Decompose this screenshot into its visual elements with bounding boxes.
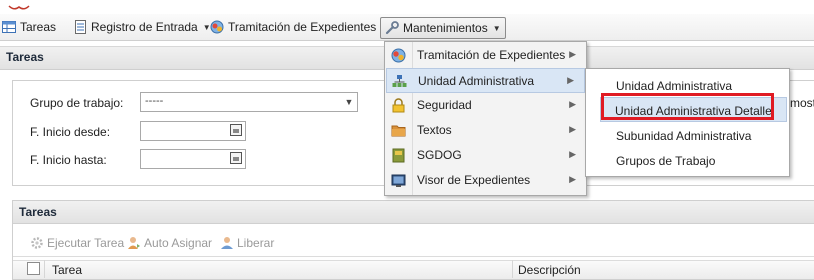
submenu-item-label: Subunidad Administrativa — [616, 129, 752, 143]
submenu-item-label: Unidad Administrativa — [616, 79, 733, 93]
grupo-trabajo-value: ----- — [145, 95, 164, 107]
submenu-item-label: Grupos de Trabajo — [616, 154, 716, 168]
chevron-right-icon: ▶ — [567, 75, 574, 85]
column-divider — [44, 260, 45, 278]
grid-column-header — [13, 260, 814, 279]
calendar-icon[interactable] — [230, 152, 242, 164]
submenu-item-grupos-trabajo[interactable]: Grupos de Trabajo — [586, 148, 789, 173]
menu-item-sgdog[interactable]: SGDOG ▶ — [385, 143, 586, 168]
book-icon — [391, 148, 406, 163]
column-divider — [512, 260, 513, 278]
user-icon — [220, 236, 234, 250]
gear-icon — [30, 236, 44, 250]
inicio-desde-field[interactable] — [140, 121, 246, 141]
menu-item-seguridad[interactable]: Seguridad ▶ — [385, 93, 586, 118]
select-all-checkbox[interactable] — [27, 262, 40, 275]
grid-title: Tareas — [19, 205, 57, 219]
inicio-hasta-field[interactable] — [140, 149, 246, 169]
app-header — [0, 0, 814, 14]
menu-mantenimientos[interactable]: Mantenimientos ▼ — [380, 17, 506, 39]
column-descripcion[interactable]: Descripción — [518, 263, 581, 277]
annotation-highlight-box — [601, 93, 774, 120]
logo-icon — [8, 0, 30, 10]
menu-registro-entrada-label: Registro de Entrada — [91, 20, 198, 34]
monitor-icon — [391, 173, 406, 188]
liberar-label: Liberar — [237, 236, 275, 250]
chevron-right-icon: ▶ — [569, 174, 576, 184]
submenu-item-subunidad-administrativa[interactable]: Subunidad Administrativa — [586, 123, 789, 148]
chevron-down-icon: ▼ — [492, 23, 501, 33]
menu-item-label: Visor de Expedientes — [417, 173, 531, 187]
user-arrow-icon — [127, 236, 141, 250]
grupo-trabajo-label: Grupo de trabajo: — [30, 96, 124, 110]
menu-tareas[interactable]: Tareas — [2, 17, 56, 37]
ejecutar-tarea-label: Ejecutar Tarea — [47, 236, 125, 250]
globe-users-icon — [210, 20, 224, 34]
unidad-administrativa-submenu: Unidad Administrativa Unidad Administrat… — [585, 68, 790, 177]
menu-item-label: Unidad Administrativa — [418, 74, 535, 88]
menu-item-label: Tramitación de Expedientes — [417, 48, 566, 62]
column-tarea[interactable]: Tarea — [52, 263, 82, 277]
mostrar-label-fragment: most — [790, 96, 814, 110]
inicio-hasta-label: F. Inicio hasta: — [30, 153, 107, 167]
document-icon — [73, 20, 87, 34]
lock-icon — [391, 98, 406, 113]
table-icon — [2, 20, 16, 34]
menu-item-label: Seguridad — [417, 98, 472, 112]
menu-item-label: SGDOG — [417, 148, 462, 162]
mantenimientos-dropdown: Tramitación de Expedientes ▶ Unidad Admi… — [384, 41, 587, 196]
menu-item-tramitacion-expedientes[interactable]: Tramitación de Expedientes ▶ — [385, 43, 586, 68]
menu-item-textos[interactable]: Textos ▶ — [385, 118, 586, 143]
tareas-grid-header — [13, 201, 814, 224]
menu-mantenimientos-label: Mantenimientos — [403, 21, 488, 35]
auto-asignar-label: Auto Asignar — [144, 236, 213, 250]
auto-asignar-button[interactable]: Auto Asignar — [127, 236, 212, 250]
chevron-right-icon: ▶ — [569, 99, 576, 109]
menu-item-visor-expedientes[interactable]: Visor de Expedientes ▶ — [385, 168, 586, 193]
menu-tramitacion-expedientes[interactable]: Tramitación de Expedientes ▼ — [210, 17, 389, 37]
menu-tareas-label: Tareas — [20, 20, 57, 34]
ejecutar-tarea-button[interactable]: Ejecutar Tarea — [30, 236, 124, 250]
inicio-desde-label: F. Inicio desde: — [30, 125, 111, 139]
chevron-right-icon: ▶ — [569, 124, 576, 134]
liberar-button[interactable]: Liberar — [220, 236, 274, 250]
menu-tramitacion-expedientes-label: Tramitación de Expedientes — [228, 20, 377, 34]
wrench-icon — [385, 21, 399, 35]
calendar-icon[interactable] — [230, 124, 242, 136]
panel-title: Tareas — [6, 50, 44, 64]
chevron-down-icon: ▼ — [344, 97, 354, 107]
folder-icon — [391, 123, 406, 138]
globe-users-icon — [391, 48, 406, 63]
menu-item-label: Textos — [417, 123, 452, 137]
chevron-right-icon: ▶ — [569, 49, 576, 59]
org-chart-icon — [392, 74, 407, 89]
grupo-trabajo-select[interactable]: ----- ▼ — [140, 92, 358, 112]
menu-item-unidad-administrativa[interactable]: Unidad Administrativa ▶ — [386, 68, 585, 93]
chevron-right-icon: ▶ — [569, 149, 576, 159]
menu-registro-entrada[interactable]: Registro de Entrada ▼ — [73, 17, 211, 37]
